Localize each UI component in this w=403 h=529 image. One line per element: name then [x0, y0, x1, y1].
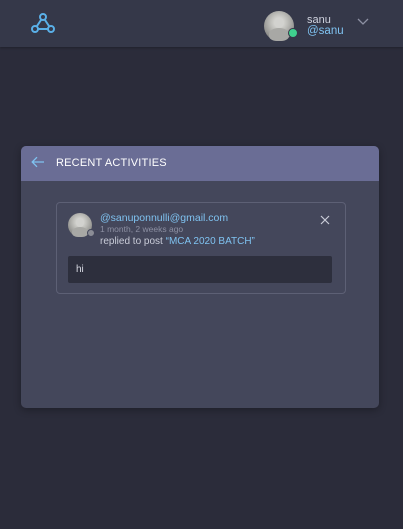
online-status-dot — [288, 28, 298, 38]
post-link[interactable]: “MCA 2020 BATCH” — [166, 236, 255, 247]
activity-description: replied to post “MCA 2020 BATCH” — [100, 236, 255, 247]
close-icon[interactable] — [320, 215, 330, 225]
offline-status-dot — [87, 229, 95, 237]
network-logo-icon[interactable] — [29, 12, 57, 36]
user-handle[interactable]: @sanu — [307, 25, 344, 37]
recent-activities-panel: RECENT ACTIVITIES @sanuponnulli@gmail.co… — [21, 146, 379, 408]
activity-action: replied to post — [100, 236, 166, 247]
arrow-left-icon[interactable] — [31, 156, 45, 168]
activity-card: @sanuponnulli@gmail.com 1 month, 2 weeks… — [56, 202, 346, 294]
reply-message-box: hi — [68, 256, 332, 283]
reply-message-text: hi — [76, 264, 84, 275]
activity-email[interactable]: @sanuponnulli@gmail.com — [100, 212, 228, 224]
activity-time: 1 month, 2 weeks ago — [100, 224, 184, 234]
top-bar: sanu @sanu — [0, 0, 403, 47]
panel-title: RECENT ACTIVITIES — [56, 157, 167, 169]
panel-header: RECENT ACTIVITIES — [21, 146, 379, 181]
chevron-down-icon[interactable] — [357, 18, 369, 26]
